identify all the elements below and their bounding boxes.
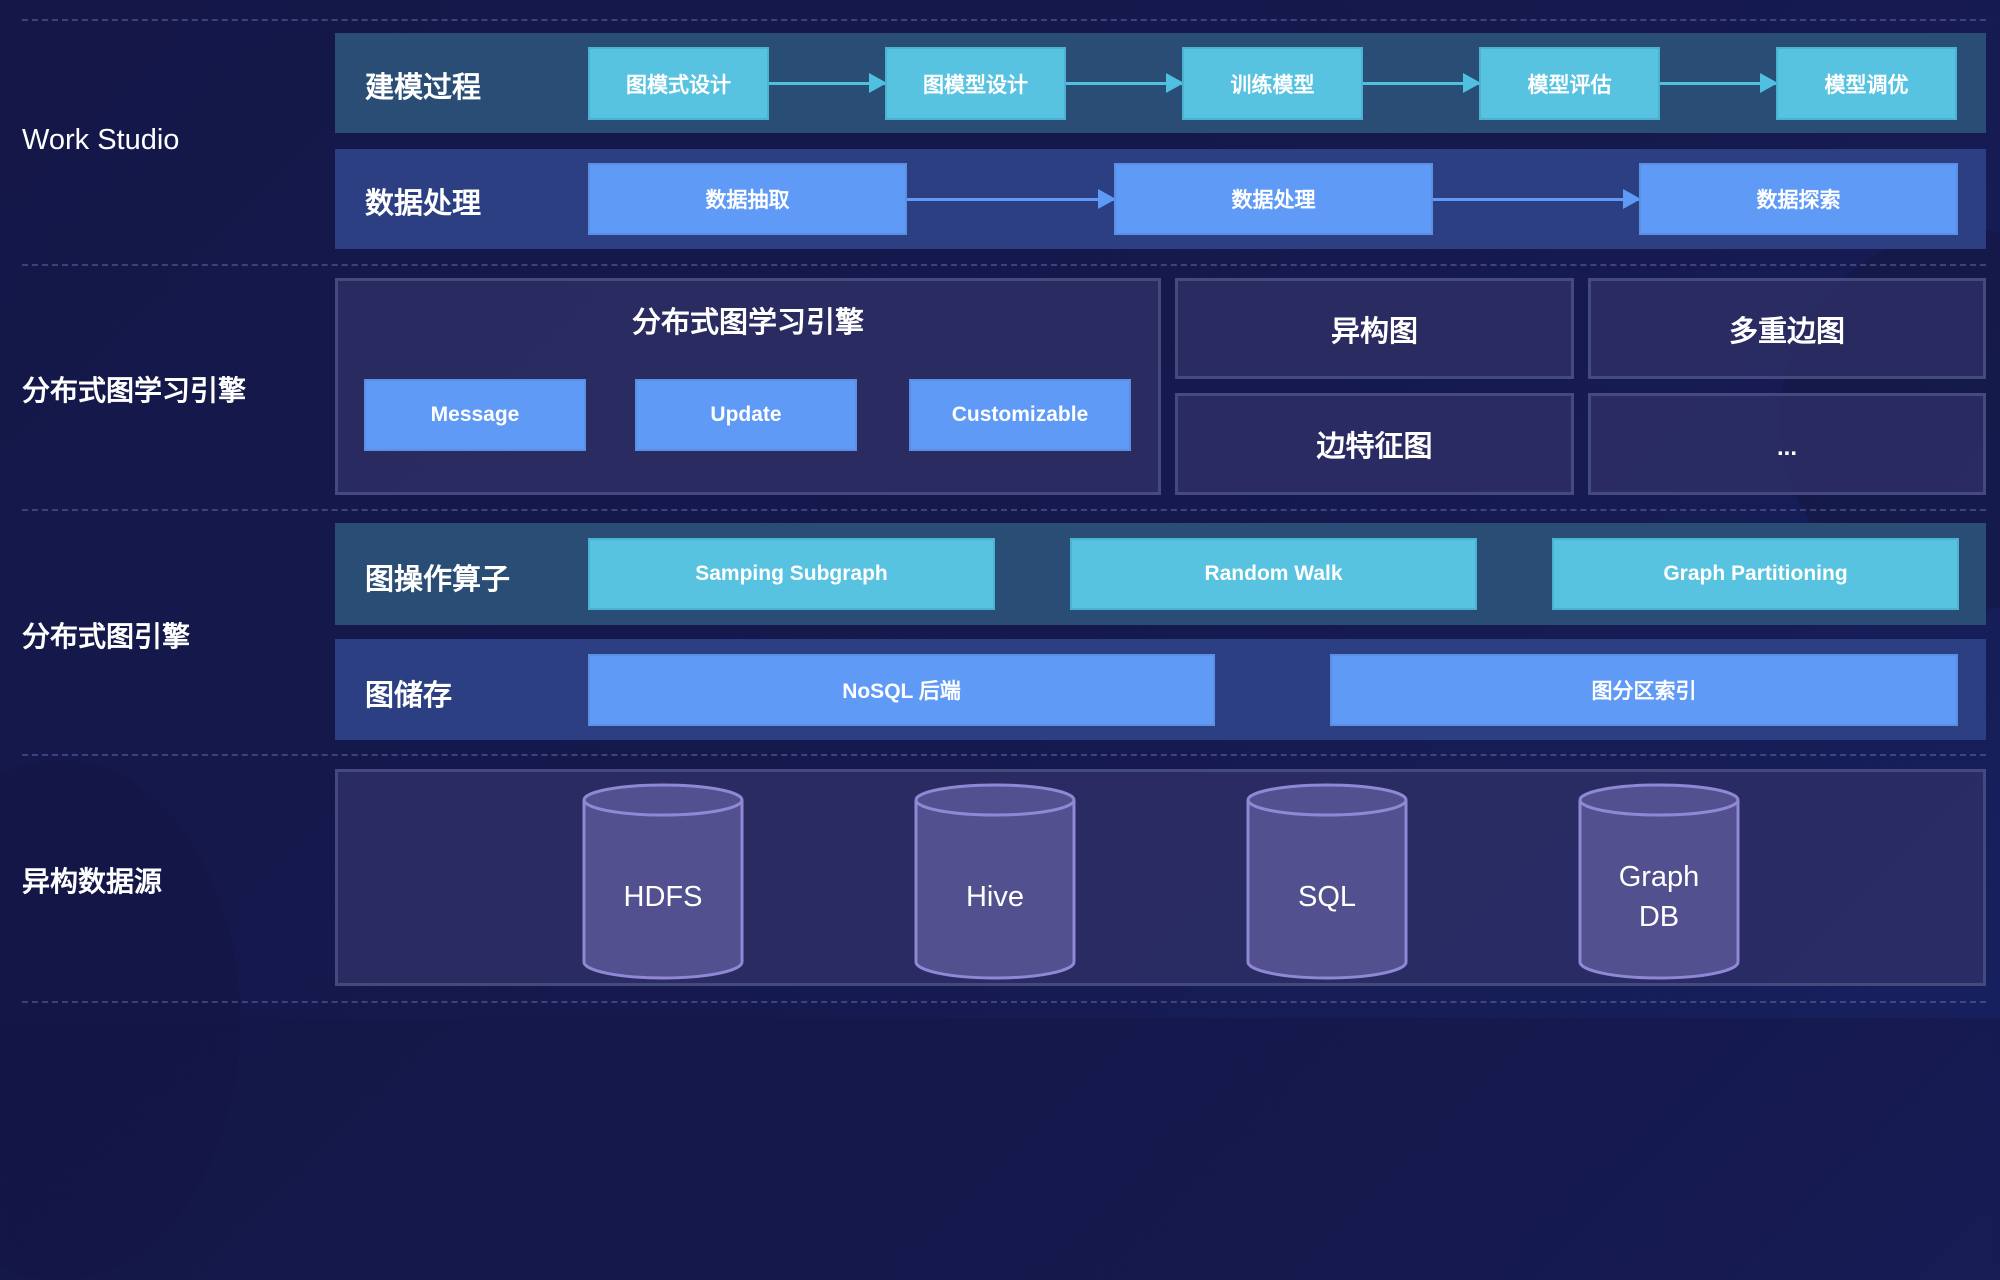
datasource-hive[interactable]: Hive	[913, 782, 1077, 982]
datasource-label: Graph DB	[1618, 861, 1700, 933]
datasource-label: HDFS	[623, 881, 703, 913]
datasource-sql[interactable]: SQL	[1245, 782, 1409, 982]
step-data-extraction[interactable]: 数据抽取	[588, 163, 907, 235]
layer-label-learning-engine: 分布式图学习引擎	[22, 375, 247, 406]
step-graph-schema-design[interactable]: 图模式设计	[588, 47, 769, 120]
datasource-graph-db[interactable]: Graph DB	[1577, 782, 1741, 982]
module-message[interactable]: Message	[364, 379, 586, 451]
separator-line	[22, 754, 1986, 756]
arrow-right-icon	[1363, 73, 1481, 93]
operator-graph-partitioning[interactable]: Graph Partitioning	[1552, 538, 1959, 610]
graph-type-label: 异构图	[1330, 315, 1418, 348]
separator-line	[22, 264, 1986, 266]
storage-nosql-backend[interactable]: NoSQL 后端	[588, 654, 1215, 726]
storage-partition-index[interactable]: 图分区索引	[1330, 654, 1958, 726]
step-train-model[interactable]: 训练模型	[1182, 47, 1363, 120]
arrow-right-icon	[769, 73, 887, 93]
more-ellipsis-icon: ...	[1776, 434, 1797, 461]
layer-label-graph-engine: 分布式图引擎	[22, 621, 191, 652]
operator-sampling-subgraph[interactable]: Samping Subgraph	[588, 538, 995, 610]
operator-random-walk[interactable]: Random Walk	[1070, 538, 1477, 610]
module-customizable[interactable]: Customizable	[909, 379, 1131, 451]
data-processing-title: 数据处理	[365, 188, 482, 220]
datasource-hdfs[interactable]: HDFS	[581, 782, 745, 982]
separator-line	[22, 1001, 1986, 1003]
step-data-processing[interactable]: 数据处理	[1114, 163, 1433, 235]
layer-label-work-studio: Work Studio	[22, 124, 180, 156]
step-evaluate-model[interactable]: 模型评估	[1479, 47, 1660, 120]
arrow-right-icon	[1066, 73, 1184, 93]
graph-type-multi-edge[interactable]: 多重边图	[1588, 278, 1986, 379]
datasource-label: Hive	[965, 881, 1024, 913]
arrow-right-icon	[1660, 73, 1778, 93]
modeling-title: 建模过程	[365, 72, 482, 104]
module-update[interactable]: Update	[635, 379, 857, 451]
graph-type-label: 边特征图	[1316, 431, 1433, 463]
learning-engine-title: 分布式图学习引擎	[631, 307, 864, 339]
step-tune-model[interactable]: 模型调优	[1776, 47, 1957, 120]
graph-type-label: 多重边图	[1728, 315, 1845, 348]
arrow-right-icon	[1433, 189, 1641, 209]
step-data-exploration[interactable]: 数据探索	[1639, 163, 1958, 235]
operators-title: 图操作算子	[365, 564, 511, 596]
separator-line	[22, 509, 1986, 511]
storage-title: 图储存	[365, 680, 453, 712]
background-decoration-left	[0, 760, 240, 1280]
datasource-label: SQL	[1297, 881, 1357, 913]
separator-line	[22, 19, 1986, 21]
step-graph-model-design[interactable]: 图模型设计	[885, 47, 1066, 120]
graph-type-heterogeneous[interactable]: 异构图	[1175, 278, 1574, 379]
graph-type-edge-feature[interactable]: 边特征图	[1175, 393, 1574, 495]
layer-label-data-sources: 异构数据源	[22, 866, 163, 897]
arrow-right-icon	[907, 189, 1116, 209]
graph-type-more[interactable]: ...	[1588, 393, 1986, 495]
